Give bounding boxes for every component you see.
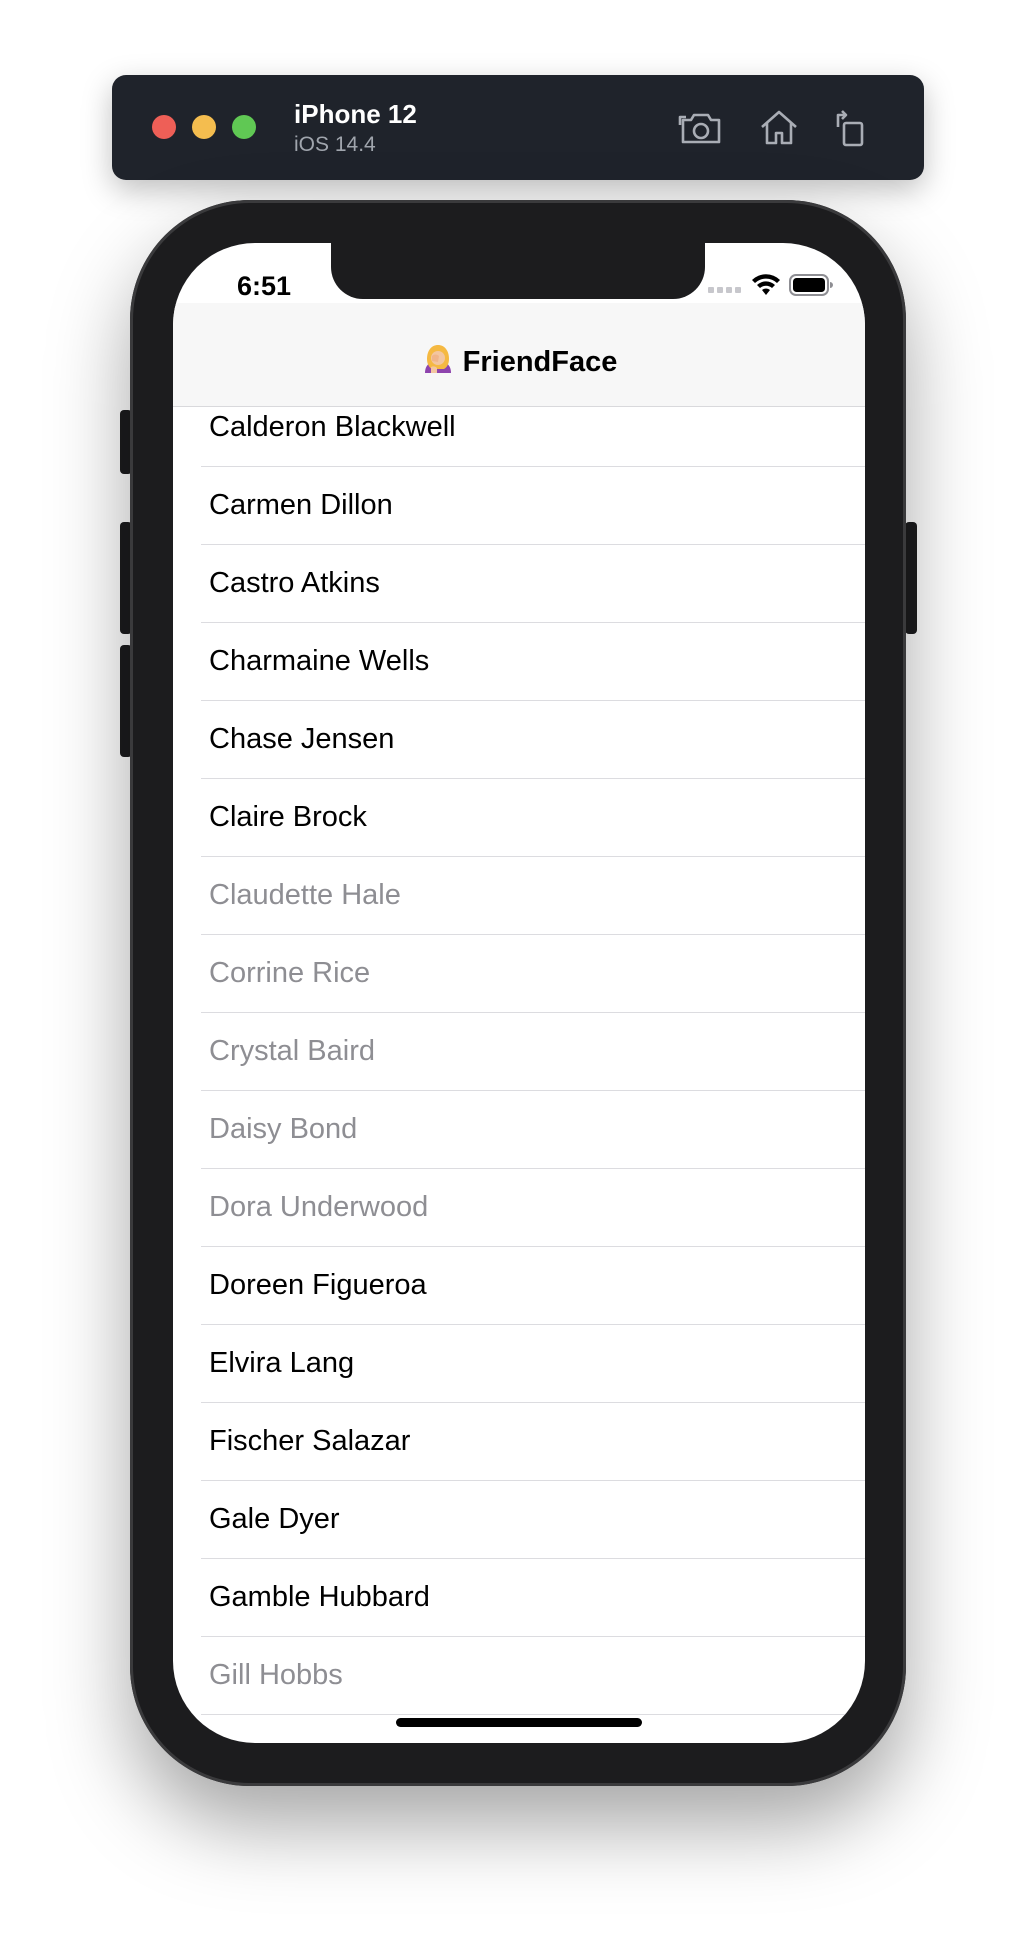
friend-name: Claire Brock	[209, 801, 367, 833]
list-item[interactable]: Doreen Figueroa	[173, 1247, 865, 1325]
list-item[interactable]: Claire Brock	[173, 779, 865, 857]
list-item[interactable]: Gale Dyer	[173, 1481, 865, 1559]
phone-screen: 6:51 FriendFace Calderon Blackwell Carmen…	[173, 243, 865, 1743]
list-item[interactable]: Dora Underwood	[173, 1169, 865, 1247]
list-item[interactable]: Castro Atkins	[173, 545, 865, 623]
friend-name: Crystal Baird	[209, 1035, 375, 1067]
friend-name: Corrine Rice	[209, 957, 371, 989]
friend-name: Calderon Blackwell	[209, 411, 456, 443]
list-item[interactable]: Gamble Hubbard	[173, 1559, 865, 1637]
friend-name: Charmaine Wells	[209, 645, 430, 677]
friend-name: Fischer Salazar	[209, 1425, 411, 1457]
list-item[interactable]: Elvira Lang	[173, 1325, 865, 1403]
nav-title: FriendFace	[462, 346, 618, 378]
friend-name: Carmen Dillon	[209, 489, 393, 521]
friend-name: Gale Dyer	[209, 1503, 340, 1535]
wifi-icon	[752, 274, 780, 295]
friend-name: Gamble Hubbard	[209, 1581, 430, 1613]
friend-name: Elvira Lang	[209, 1347, 355, 1379]
status-time: 6:51	[237, 271, 292, 301]
friends-list[interactable]: Calderon Blackwell Carmen Dillon Castro At…	[173, 407, 865, 1715]
battery-icon	[789, 274, 833, 296]
device-name: iPhone 12	[294, 99, 417, 129]
navigation-bar: FriendFace	[173, 303, 865, 407]
list-item[interactable]: Fischer Salazar	[173, 1403, 865, 1481]
simulator-toolbar: iPhone 12 iOS 14.4	[112, 75, 924, 180]
list-item[interactable]: Calderon Blackwell	[173, 407, 865, 467]
list-item[interactable]: Claudette Hale	[173, 857, 865, 935]
minimize-window-button[interactable]	[192, 115, 216, 139]
close-window-button[interactable]	[152, 115, 176, 139]
list-item[interactable]: Charmaine Wells	[173, 623, 865, 701]
list-item[interactable]: Crystal Baird	[173, 1013, 865, 1091]
friend-name: Castro Atkins	[209, 567, 380, 599]
list-item[interactable]: Corrine Rice	[173, 935, 865, 1013]
friend-name: Doreen Figueroa	[209, 1269, 427, 1301]
friend-name: Chase Jensen	[209, 723, 395, 755]
screenshot-icon[interactable]	[678, 105, 724, 151]
nav-title-container: FriendFace	[173, 343, 865, 379]
friend-name: Dora Underwood	[209, 1191, 429, 1223]
friend-name: Gill Hobbs	[209, 1659, 343, 1691]
list-item[interactable]: Gill Hobbs	[173, 1637, 865, 1715]
cellular-dots-icon	[708, 287, 741, 293]
rotate-icon[interactable]	[828, 105, 874, 151]
zoom-window-button[interactable]	[232, 115, 256, 139]
list-item[interactable]: Carmen Dillon	[173, 467, 865, 545]
home-indicator[interactable]	[396, 1718, 642, 1727]
home-icon[interactable]	[756, 105, 802, 151]
woman-facepalming-emoji-icon	[424, 345, 451, 373]
list-item[interactable]: Chase Jensen	[173, 701, 865, 779]
os-version: iOS 14.4	[294, 133, 376, 156]
friend-name: Daisy Bond	[209, 1113, 358, 1145]
row-separator	[201, 1714, 865, 1715]
list-item[interactable]: Daisy Bond	[173, 1091, 865, 1169]
notch	[331, 243, 705, 299]
friend-name: Claudette Hale	[209, 879, 401, 911]
power-button	[905, 522, 917, 634]
